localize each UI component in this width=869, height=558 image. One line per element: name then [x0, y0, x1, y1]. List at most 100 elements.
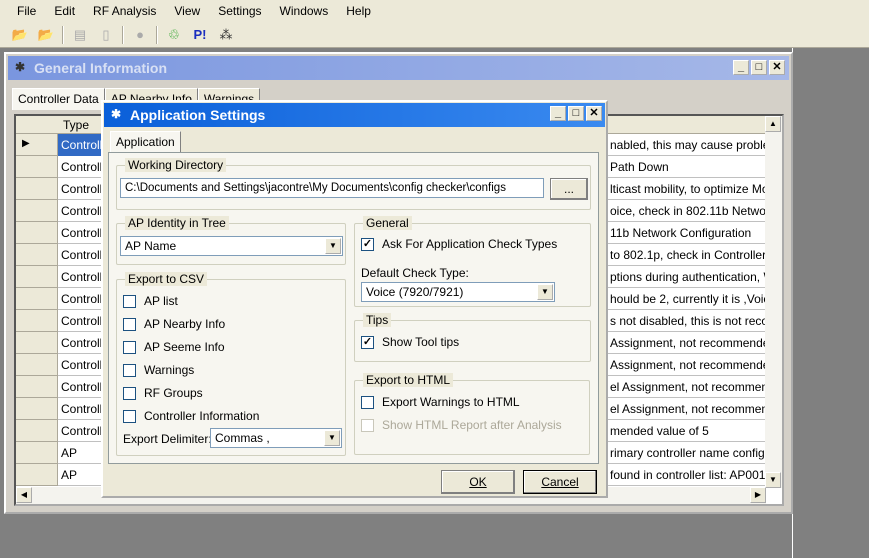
- csv-warnings-checkbox[interactable]: Warnings: [123, 363, 194, 377]
- minimize-button[interactable]: _: [550, 106, 566, 121]
- cell-type[interactable]: Controller: [58, 288, 102, 310]
- column-header-type[interactable]: Type: [58, 118, 89, 132]
- ap-identity-select[interactable]: AP Name ▼: [120, 236, 343, 256]
- row-header[interactable]: [16, 420, 58, 442]
- cell-type[interactable]: Controller: [58, 332, 102, 354]
- close-button[interactable]: ✕: [769, 60, 785, 75]
- cell-type[interactable]: AP: [58, 464, 102, 486]
- chevron-down-icon[interactable]: ▼: [537, 284, 553, 300]
- cell-message[interactable]: Assignment, not recommended ur: [608, 332, 766, 354]
- working-directory-input[interactable]: C:\Documents and Settings\jacontre\My Do…: [120, 178, 544, 198]
- cell-message[interactable]: ptions during authentication, WLAN: [608, 266, 766, 288]
- maximize-button[interactable]: □: [568, 106, 584, 121]
- tab-application[interactable]: Application: [110, 131, 181, 153]
- vertical-scrollbar[interactable]: ▲ ▼: [765, 116, 782, 488]
- open-folder-icon[interactable]: 📂: [10, 25, 30, 45]
- row-header[interactable]: [16, 178, 58, 200]
- checkbox[interactable]: [123, 340, 136, 354]
- cancel-button[interactable]: Cancel: [523, 470, 597, 494]
- row-header[interactable]: [16, 464, 58, 486]
- row-header[interactable]: [16, 244, 58, 266]
- cell-message[interactable]: nabled, this may cause problems w: [608, 134, 766, 156]
- print-preview-icon[interactable]: ▯: [96, 25, 116, 45]
- chevron-down-icon[interactable]: ▼: [325, 238, 341, 254]
- row-header[interactable]: [16, 354, 58, 376]
- chevron-down-icon[interactable]: ▼: [324, 430, 340, 446]
- cell-message[interactable]: 11b Network Configuration: [608, 222, 766, 244]
- cell-type[interactable]: Controller: [58, 398, 102, 420]
- maximize-button[interactable]: □: [751, 60, 767, 75]
- ask-check-types-checkbox[interactable]: ✓ Ask For Application Check Types: [361, 237, 557, 251]
- network-icon[interactable]: ⁂: [216, 25, 236, 45]
- checkbox[interactable]: [123, 409, 136, 423]
- cell-message[interactable]: hould be 2, currently it is ,Voice: D: [608, 288, 766, 310]
- cell-message[interactable]: found in controller list: AP001d.a7: [608, 464, 766, 486]
- scroll-right-button[interactable]: ▶: [750, 487, 766, 503]
- checkbox[interactable]: [123, 294, 136, 308]
- cell-type[interactable]: Controller: [58, 134, 102, 156]
- row-header[interactable]: [16, 442, 58, 464]
- cell-message[interactable]: mended value of 5: [608, 420, 766, 442]
- cell-type[interactable]: AP: [58, 442, 102, 464]
- row-header[interactable]: [16, 288, 58, 310]
- csv-ap-list-checkbox[interactable]: AP list: [123, 294, 178, 308]
- csv-controller-information-checkbox[interactable]: Controller Information: [123, 409, 259, 423]
- export-delimiter-select[interactable]: Commas , ▼: [210, 428, 342, 448]
- cell-message[interactable]: s not disabled, this is not recomme: [608, 310, 766, 332]
- row-header[interactable]: [16, 266, 58, 288]
- default-check-type-select[interactable]: Voice (7920/7921) ▼: [361, 282, 555, 302]
- row-header[interactable]: [16, 310, 58, 332]
- checkbox[interactable]: [361, 395, 374, 409]
- scroll-down-button[interactable]: ▼: [765, 472, 781, 488]
- checkbox-checked-icon[interactable]: ✓: [361, 237, 374, 251]
- menu-windows[interactable]: Windows: [271, 4, 338, 18]
- checkbox-checked-icon[interactable]: ✓: [361, 335, 374, 349]
- refresh-icon[interactable]: ♲: [164, 25, 184, 45]
- show-tooltips-checkbox[interactable]: ✓ Show Tool tips: [361, 335, 459, 349]
- cell-type[interactable]: Controller: [58, 200, 102, 222]
- csv-rf-groups-checkbox[interactable]: RF Groups: [123, 386, 203, 400]
- close-button[interactable]: ✕: [586, 106, 602, 121]
- cell-message[interactable]: oice, check in 802.11b Network C: [608, 200, 766, 222]
- menu-edit[interactable]: Edit: [45, 4, 84, 18]
- window-title-bar[interactable]: ✱ General Information _ □ ✕: [8, 56, 789, 80]
- menu-rf-analysis[interactable]: RF Analysis: [84, 4, 165, 18]
- menu-settings[interactable]: Settings: [209, 4, 270, 18]
- cell-type[interactable]: Controller: [58, 156, 102, 178]
- row-header[interactable]: [16, 200, 58, 222]
- minimize-button[interactable]: _: [733, 60, 749, 75]
- cell-message[interactable]: rimary controller name configured: [608, 442, 766, 464]
- scroll-left-button[interactable]: ◀: [16, 487, 32, 503]
- csv-ap-nearby-info-checkbox[interactable]: AP Nearby Info: [123, 317, 225, 331]
- print-icon[interactable]: ▤: [70, 25, 90, 45]
- csv-ap-seeme-info-checkbox[interactable]: AP Seeme Info: [123, 340, 225, 354]
- browse-button[interactable]: ...: [550, 178, 588, 200]
- cell-type[interactable]: Controller: [58, 244, 102, 266]
- cell-message[interactable]: Assignment, not recommended ur: [608, 354, 766, 376]
- cell-type[interactable]: Controller: [58, 376, 102, 398]
- dialog-title-bar[interactable]: ✱ Application Settings _ □ ✕: [104, 103, 605, 127]
- cell-message[interactable]: el Assignment, not recommended,: [608, 376, 766, 398]
- cell-message[interactable]: to 802.1p, check in Controller Qo: [608, 244, 766, 266]
- export-warnings-html-checkbox[interactable]: Export Warnings to HTML: [361, 395, 520, 409]
- checkbox[interactable]: [123, 386, 136, 400]
- row-header[interactable]: [16, 398, 58, 420]
- cell-type[interactable]: Controller: [58, 178, 102, 200]
- row-header[interactable]: [16, 222, 58, 244]
- p-alert-icon[interactable]: P!: [190, 25, 210, 45]
- tab-controller-data[interactable]: Controller Data: [12, 88, 105, 110]
- cell-type[interactable]: Controller: [58, 310, 102, 332]
- row-header[interactable]: ▶: [16, 134, 58, 156]
- checkbox[interactable]: [123, 363, 136, 377]
- open-multiple-icon[interactable]: 📂: [36, 25, 56, 45]
- cell-type[interactable]: Controller: [58, 354, 102, 376]
- row-header[interactable]: [16, 332, 58, 354]
- cell-type[interactable]: Controller: [58, 222, 102, 244]
- cell-message[interactable]: lticast mobility, to optimize Mobility: [608, 178, 766, 200]
- row-header[interactable]: [16, 156, 58, 178]
- row-header[interactable]: [16, 376, 58, 398]
- cell-type[interactable]: Controller: [58, 420, 102, 442]
- checkbox[interactable]: [123, 317, 136, 331]
- scroll-up-button[interactable]: ▲: [765, 116, 781, 132]
- cell-message[interactable]: el Assignment, not recommended,: [608, 398, 766, 420]
